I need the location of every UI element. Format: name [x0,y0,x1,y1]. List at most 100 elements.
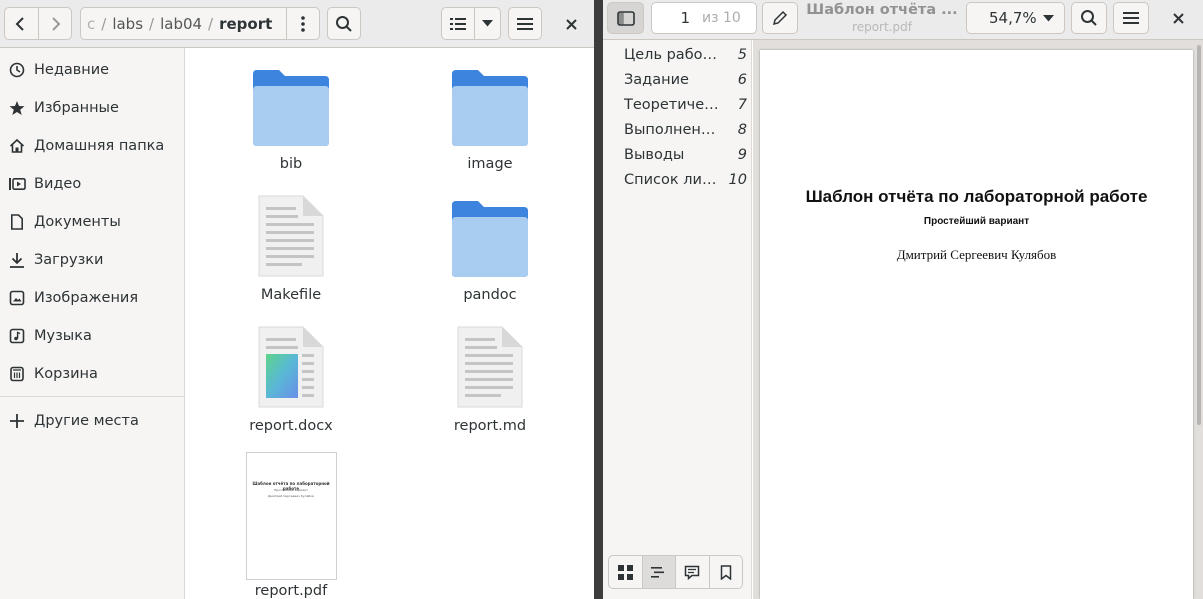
chevron-right-icon [52,16,61,31]
back-button[interactable] [5,8,38,39]
hamburger-menu-icon [1123,12,1139,24]
text-file-icon [455,300,525,410]
document-canvas[interactable]: Шаблон отчёта по лабораторной работе Про… [753,40,1203,599]
dropdown-arrow-icon [1043,14,1054,21]
close-icon [1172,12,1184,24]
annotate-button[interactable] [762,2,798,34]
places-sidebar: Недавние Избранные Домашняя папка Видео … [0,48,185,599]
close-icon [565,18,577,30]
file-name: report.md [453,418,527,434]
folder-icon [450,38,530,148]
file-item-bib[interactable]: bib [226,38,356,172]
sidebar-item-label: Домашняя папка [34,138,165,154]
outline-item[interactable]: Теоретическое введение 7 [603,92,751,117]
file-item-report-md[interactable]: report.md [425,300,555,434]
outline-item-label: Теоретическое введение [624,96,722,113]
tab-bookmarks[interactable] [708,556,743,588]
sidebar-item-label: Изображения [34,290,139,306]
outline-item[interactable]: Выполнение лабораторной работы 8 [603,117,751,142]
background-window-strip [594,0,603,599]
outline-item[interactable]: Задание 6 [603,67,751,92]
page-author: Дмитрий Сергеевич Кулябов [896,247,1057,262]
star-icon [0,100,34,116]
tab-annotations[interactable] [675,556,709,588]
path-segment-current[interactable]: report [213,15,278,33]
vertical-scrollbar[interactable] [1197,45,1201,425]
main-menu-button[interactable] [1113,2,1149,34]
sidebar-item-label: Музыка [34,328,92,344]
path-segment-labs[interactable]: labs [106,15,149,33]
chevron-left-icon [15,16,24,31]
sidebar-item-label: Видео [34,176,82,192]
folder-icon [450,169,530,279]
close-button[interactable] [1165,6,1191,30]
sidebar-item-documents[interactable]: Документы [0,205,184,239]
pdf-thumb-subtitle: Простейший вариант [274,488,308,492]
file-item-image[interactable]: image [425,38,555,172]
sidebar-item-label: Загрузки [34,252,104,268]
sidebar-item-trash[interactable]: Корзина [0,357,184,391]
outline-item[interactable]: Выводы 9 [603,142,751,167]
sidebar-item-label: Недавние [34,62,110,78]
list-view-icon [449,17,466,30]
text-file-icon [256,169,326,279]
outline-item[interactable]: Цель работы 5 [603,42,751,67]
file-item-makefile[interactable]: Makefile [226,169,356,303]
sidebar-toggle-button[interactable] [607,2,644,34]
path-segment-lab04[interactable]: lab04 [154,15,208,33]
sidebar-item-other-places[interactable]: Другие места [0,404,184,438]
close-button[interactable] [558,12,584,36]
document-viewer-headerbar: 1 из 10 Шаблон отчёта ... report.pdf 54,… [603,0,1203,40]
file-item-report-docx[interactable]: report.docx [226,300,356,434]
tab-thumbnails[interactable] [609,556,642,588]
outline-item-page: 6 [737,71,747,88]
file-manager-window: c / labs / lab04 / report Недавние Избра… [0,0,594,599]
path-bar: c / labs / lab04 / report [80,7,320,40]
outline-item-page: 8 [737,121,747,138]
outline-item-label: Выводы [624,146,685,163]
video-icon [0,177,34,191]
sidebar-item-downloads[interactable]: Загрузки [0,243,184,277]
zoom-selector[interactable]: 54,7% [966,2,1065,34]
sidebar-item-recent[interactable]: Недавние [0,53,184,87]
pdf-thumbnail: Шаблон отчёта по лабораторной работе Про… [245,452,337,580]
search-button[interactable] [1071,2,1107,34]
sidebar-item-label: Избранные [34,100,119,116]
sidebar-item-videos[interactable]: Видео [0,167,184,201]
sidebar-item-label: Другие места [34,413,139,429]
sidebar-item-music[interactable]: Музыка [0,319,184,353]
image-icon [0,290,34,306]
page-number-entry[interactable]: 1 из 10 [651,2,757,34]
sidebar-item-pictures[interactable]: Изображения [0,281,184,315]
plus-icon [0,413,34,429]
search-button[interactable] [327,7,361,40]
tab-outline[interactable] [641,556,675,588]
page-subtitle: Простейший вариант [923,216,1030,227]
outline-item-label: Список литературы [624,171,722,188]
outline-item-page: 7 [737,96,747,113]
docx-file-icon [256,300,326,410]
kebab-menu-icon [301,15,305,32]
path-menu-button[interactable] [286,8,319,39]
file-item-report-pdf[interactable]: Шаблон отчёта по лабораторной работе Про… [226,452,356,599]
file-name: report.docx [249,418,333,434]
page-number-total: из 10 [702,10,741,26]
sidebar-item-home[interactable]: Домашняя папка [0,129,184,163]
view-mode-buttons [441,7,501,40]
view-options-button[interactable] [473,8,500,39]
outline-list-icon [651,566,665,578]
path-hidden-segment[interactable]: c [81,15,101,33]
main-menu-button[interactable] [508,7,542,40]
document-title: Шаблон отчёта ... report.pdf [803,2,961,34]
page-title: Шаблон отчёта по лабораторной работе [805,187,1148,206]
forward-button[interactable] [37,8,72,39]
sidebar-item-starred[interactable]: Избранные [0,91,184,125]
navigation-buttons [4,7,72,40]
page-number-current[interactable]: 1 [652,9,696,27]
outline-item-page: 5 [737,46,747,63]
list-view-button[interactable] [442,8,474,39]
outline-item[interactable]: Список литературы 10 [603,167,751,192]
dropdown-arrow-icon [481,20,493,27]
pencil-icon [772,10,788,26]
file-item-pandoc[interactable]: pandoc [425,169,555,303]
